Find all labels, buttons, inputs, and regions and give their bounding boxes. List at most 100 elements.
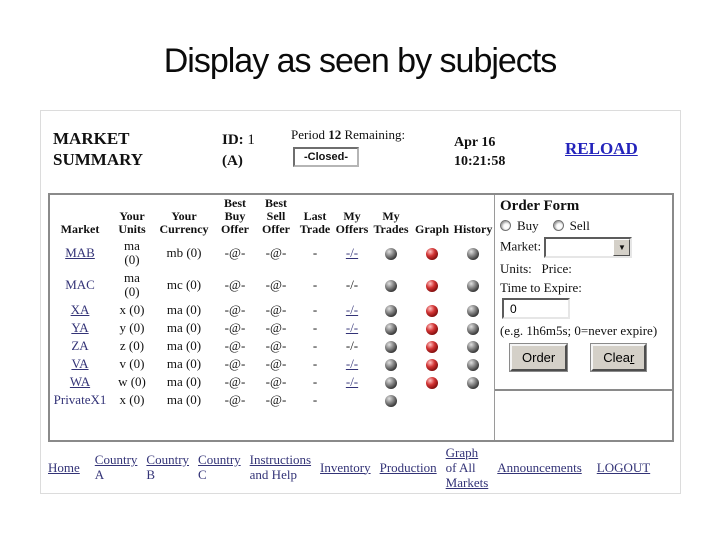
best-sell-cell: -@- xyxy=(265,338,287,354)
market-row: ZA z (0) ma (0) -@- -@- - -/- xyxy=(50,337,494,355)
clear-button[interactable]: Clear xyxy=(591,344,647,371)
graph-ball-icon[interactable] xyxy=(426,359,438,372)
history-ball-icon[interactable] xyxy=(467,377,479,390)
trades-ball-icon[interactable] xyxy=(385,248,397,260)
best-buy-cell: -@- xyxy=(224,302,246,317)
order-button[interactable]: Order xyxy=(510,344,568,371)
chevron-down-icon[interactable]: ▼ xyxy=(613,239,631,256)
my-offers-cell: -/- xyxy=(334,301,370,319)
units-price-row: Units: Price: xyxy=(500,261,667,277)
currency-cell: ma (0) xyxy=(166,392,202,408)
best-buy-cell: -@- xyxy=(224,374,246,390)
market-cell: MAC xyxy=(50,269,110,301)
trades-ball-icon[interactable] xyxy=(385,305,397,318)
trades-ball-icon[interactable] xyxy=(385,359,397,372)
graph-cell xyxy=(412,319,452,337)
last-trade-cell: - xyxy=(312,277,318,292)
my-offers-link[interactable]: -/- xyxy=(346,374,358,389)
nav-country-a[interactable]: Country A xyxy=(95,452,138,482)
history-ball-icon[interactable] xyxy=(467,248,479,260)
expire-hint: (e.g. 1h6m5s; 0=never expire) xyxy=(500,323,658,338)
column-header: Market xyxy=(60,222,100,236)
trades-ball-icon[interactable] xyxy=(385,395,397,408)
my-offers-link[interactable]: -/- xyxy=(346,302,358,317)
graph-ball-icon[interactable] xyxy=(426,305,438,318)
best-sell-cell: -@- xyxy=(265,245,287,260)
history-cell xyxy=(452,373,494,391)
market-link[interactable]: MAB xyxy=(65,245,95,260)
best-sell-cell: -@- xyxy=(265,302,287,317)
markets-grid: Market Your Units Your Currency Best Buy Offer B… xyxy=(50,195,494,440)
nav-inventory[interactable]: Inventory xyxy=(320,460,371,475)
graph-ball-icon[interactable] xyxy=(426,323,438,336)
market-link[interactable]: VA xyxy=(71,356,88,371)
market-row: YA y (0) ma (0) -@- -@- - -/- xyxy=(50,319,494,337)
graph-cell xyxy=(412,237,452,269)
currency-cell: ma (0) xyxy=(166,320,202,336)
message-box xyxy=(495,389,672,440)
nav-announcements[interactable]: Announcements xyxy=(497,460,581,475)
id-sub: (A) xyxy=(222,153,243,169)
my-offers-link[interactable]: -/- xyxy=(346,320,358,335)
my-trades-cell xyxy=(370,373,412,391)
column-header: Last Trade xyxy=(299,209,331,236)
market-link: PrivateX1 xyxy=(53,392,107,408)
graph-ball-icon[interactable] xyxy=(426,280,438,292)
trades-ball-icon[interactable] xyxy=(385,377,397,390)
nav-country-c[interactable]: Country C xyxy=(198,452,241,482)
last-trade-cell: - xyxy=(312,338,318,354)
sell-radio[interactable] xyxy=(552,220,564,231)
history-ball-icon[interactable] xyxy=(467,280,479,292)
currency-cell: ma (0) xyxy=(166,356,202,372)
column-header: Your Units xyxy=(118,209,146,236)
graph-ball-icon[interactable] xyxy=(426,377,438,390)
nav-graph-of-all-markets[interactable]: Graph of All Markets xyxy=(446,445,489,490)
market-cell: YA xyxy=(50,319,110,337)
history-ball-icon[interactable] xyxy=(467,341,479,354)
buy-label: Buy xyxy=(517,218,539,233)
market-link[interactable]: YA xyxy=(71,320,88,335)
market-cell: XA xyxy=(50,301,110,319)
graph-ball-icon[interactable] xyxy=(426,341,438,354)
trades-ball-icon[interactable] xyxy=(385,280,397,292)
my-offers-link[interactable]: -/- xyxy=(346,356,358,371)
units-cell: w (0) xyxy=(118,374,146,390)
order-form-panel: Order Form Buy Sell Market: ▼ Units: Pric… xyxy=(494,195,672,440)
market-row: VA v (0) ma (0) -@- -@- - -/- xyxy=(50,355,494,373)
nav-country-b[interactable]: Country B xyxy=(146,452,189,482)
expire-input[interactable] xyxy=(502,298,570,319)
market-link[interactable]: XA xyxy=(71,302,90,317)
best-buy-cell: -@- xyxy=(224,245,246,260)
history-ball-icon[interactable] xyxy=(467,323,479,336)
buy-radio[interactable] xyxy=(500,220,511,231)
market-link: ZA xyxy=(71,338,89,354)
market-link[interactable]: WA xyxy=(70,374,90,389)
history-ball-icon[interactable] xyxy=(467,359,479,372)
nav-home[interactable]: Home xyxy=(48,460,80,475)
market-row: MAB ma (0) mb (0) -@- -@- - -/- xyxy=(50,237,494,269)
history-cell xyxy=(452,355,494,373)
nav-logout[interactable]: LOGOUT xyxy=(597,460,650,475)
price-label: Price: xyxy=(541,261,572,276)
my-offers-link[interactable]: -/- xyxy=(346,245,358,260)
nav-instructions-and-help[interactable]: Instructions and Help xyxy=(250,452,311,482)
market-select[interactable]: ▼ xyxy=(544,237,633,258)
column-header: Graph xyxy=(414,222,449,236)
period-value: 12 xyxy=(328,127,342,142)
expire-label: Time to Expire: xyxy=(500,280,582,295)
best-buy-cell: -@- xyxy=(224,392,246,408)
trades-ball-icon[interactable] xyxy=(385,341,397,354)
period-label: Period xyxy=(291,127,325,142)
market-select-row: Market: ▼ xyxy=(500,237,667,258)
currency-cell: ma (0) xyxy=(166,302,202,317)
best-buy-cell: -@- xyxy=(224,320,246,336)
nav-production[interactable]: Production xyxy=(380,460,437,475)
column-header: My Trades xyxy=(373,209,409,236)
my-offers-link: -/- xyxy=(345,338,359,354)
trades-ball-icon[interactable] xyxy=(385,323,397,336)
graph-ball-icon[interactable] xyxy=(426,248,438,260)
history-ball-icon[interactable] xyxy=(467,305,479,318)
my-trades-cell xyxy=(370,301,412,319)
currency-cell: ma (0) xyxy=(166,338,202,354)
reload-link[interactable]: RELOAD xyxy=(565,139,638,159)
